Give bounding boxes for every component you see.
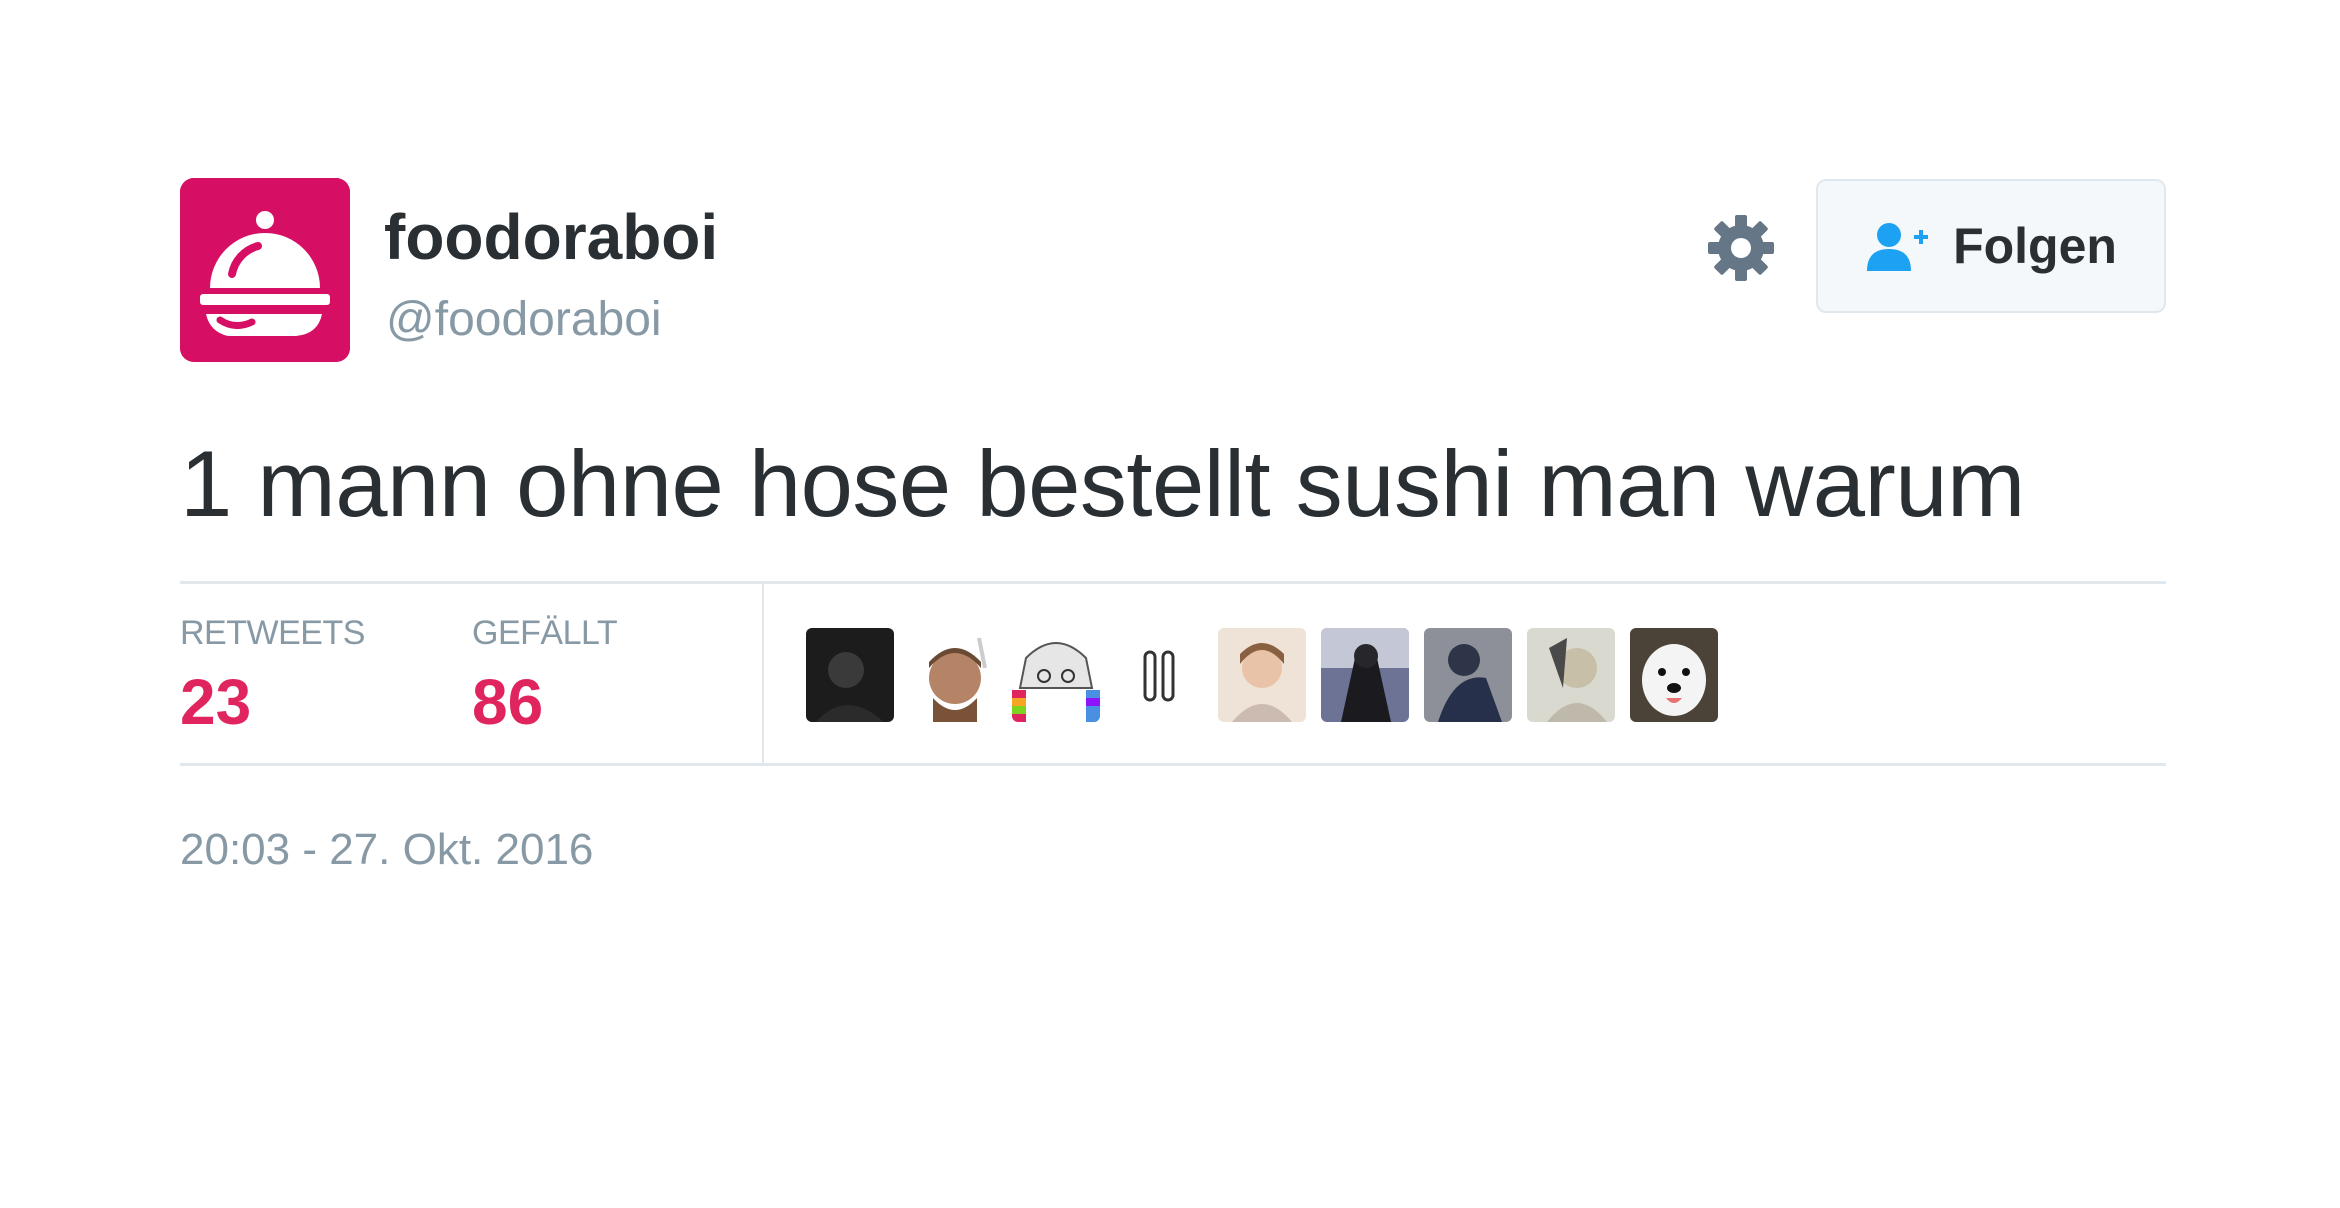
likes-stat[interactable]: GEFÄLLT 86 <box>472 614 618 738</box>
follow-button[interactable]: Folgen <box>1816 179 2166 313</box>
liker-avatar-6[interactable] <box>1321 628 1409 722</box>
divider <box>180 581 2166 584</box>
liker-avatars <box>806 628 1733 722</box>
user-handle[interactable]: @foodoraboi <box>386 296 662 344</box>
retweets-label: RETWEETS <box>180 614 365 652</box>
liker-avatar-8[interactable] <box>1527 628 1615 722</box>
add-user-icon <box>1865 221 1931 271</box>
retweets-count: 23 <box>180 666 252 738</box>
liker-avatar-9[interactable] <box>1630 628 1718 722</box>
liker-avatar-5[interactable] <box>1218 628 1306 722</box>
liker-avatar-7[interactable] <box>1424 628 1512 722</box>
stats-divider <box>762 584 764 763</box>
liker-avatar-1[interactable] <box>806 628 894 722</box>
follow-label: Folgen <box>1953 218 2117 274</box>
retweets-stat[interactable]: RETWEETS 23 <box>180 616 365 734</box>
divider <box>180 763 2166 766</box>
tweet-text: 1 mann ohne hose bestellt sushi man waru… <box>180 431 2025 536</box>
cloche-icon <box>180 178 350 362</box>
likes-label: GEFÄLLT <box>472 614 618 652</box>
display-name[interactable]: foodoraboi <box>384 205 718 269</box>
liker-avatar-2[interactable] <box>909 628 997 722</box>
tweet-timestamp[interactable]: 20:03 - 27. Okt. 2016 <box>180 828 593 872</box>
gear-icon[interactable] <box>1706 213 1776 283</box>
likes-count: 86 <box>472 666 544 738</box>
user-avatar[interactable] <box>180 178 350 362</box>
tweet-card: foodoraboi @foodoraboi Folgen 1 mann ohn… <box>0 0 2340 1208</box>
liker-avatar-3[interactable] <box>1012 628 1100 722</box>
liker-avatar-4[interactable] <box>1115 628 1203 722</box>
